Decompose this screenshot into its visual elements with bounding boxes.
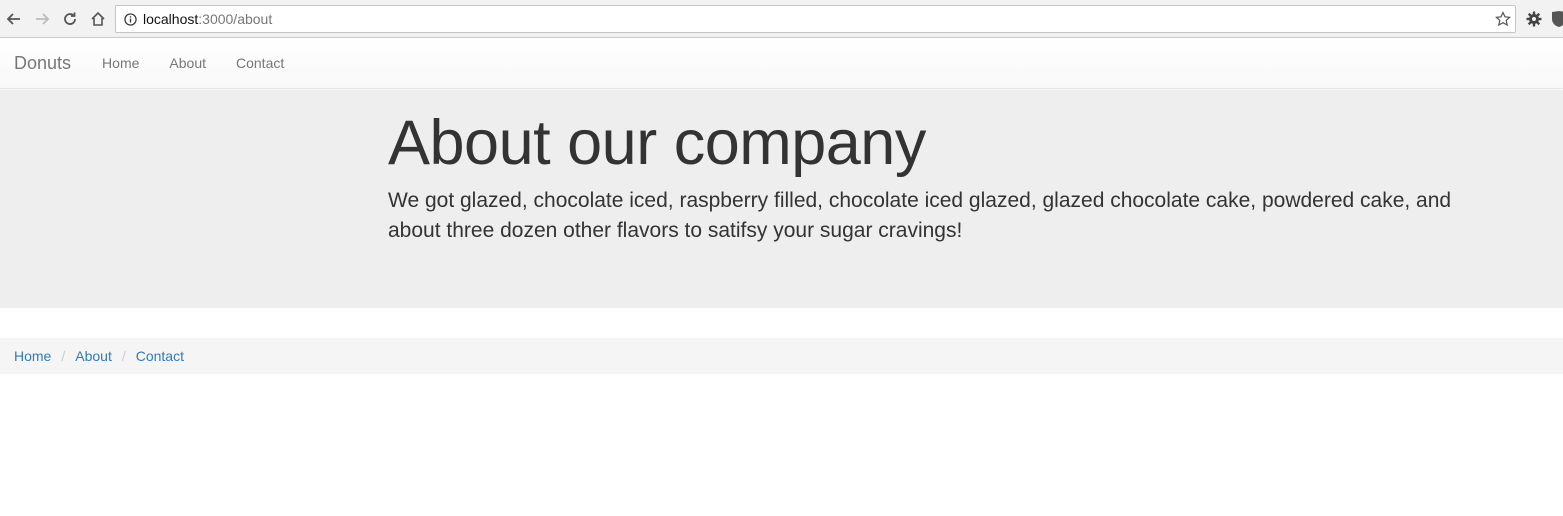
- bookmark-star-icon[interactable]: [1495, 11, 1511, 27]
- breadcrumb-item-contact[interactable]: Contact: [136, 348, 184, 364]
- reload-button[interactable]: [56, 0, 84, 38]
- shield-icon[interactable]: [1551, 10, 1563, 28]
- breadcrumb-separator: /: [61, 348, 66, 364]
- breadcrumb-item-about[interactable]: About: [75, 348, 112, 364]
- breadcrumb-separator: /: [121, 348, 126, 364]
- browser-toolbar: localhost:3000/about: [0, 0, 1563, 38]
- arrow-right-icon: [36, 12, 50, 25]
- nav-link-contact[interactable]: Contact: [221, 55, 299, 71]
- nav-link-home[interactable]: Home: [87, 55, 154, 71]
- reload-icon: [64, 12, 76, 25]
- arrow-left-icon: [6, 12, 20, 25]
- page-title: About our company: [388, 108, 926, 178]
- gear-icon[interactable]: [1526, 11, 1542, 27]
- info-icon[interactable]: [123, 12, 137, 26]
- forward-button[interactable]: [28, 0, 56, 38]
- address-bar[interactable]: localhost:3000/about: [115, 5, 1516, 33]
- jumbotron-text: We got glazed, chocolate iced, raspberry…: [388, 189, 1452, 242]
- breadcrumb-item-home[interactable]: Home: [14, 348, 51, 364]
- jumbotron-content: About our company We got glazed, chocola…: [388, 108, 1508, 246]
- back-button[interactable]: [0, 0, 28, 38]
- jumbotron: About our company We got glazed, chocola…: [0, 90, 1563, 308]
- navbar-brand[interactable]: Donuts: [14, 53, 71, 74]
- url-path: :3000/about: [198, 11, 273, 27]
- url-host: localhost: [143, 11, 199, 27]
- home-icon: [91, 11, 105, 26]
- home-button[interactable]: [84, 0, 112, 38]
- breadcrumb: Home / About / Contact: [0, 338, 1563, 374]
- navbar: Donuts Home About Contact: [0, 38, 1563, 89]
- nav-link-about[interactable]: About: [154, 55, 221, 71]
